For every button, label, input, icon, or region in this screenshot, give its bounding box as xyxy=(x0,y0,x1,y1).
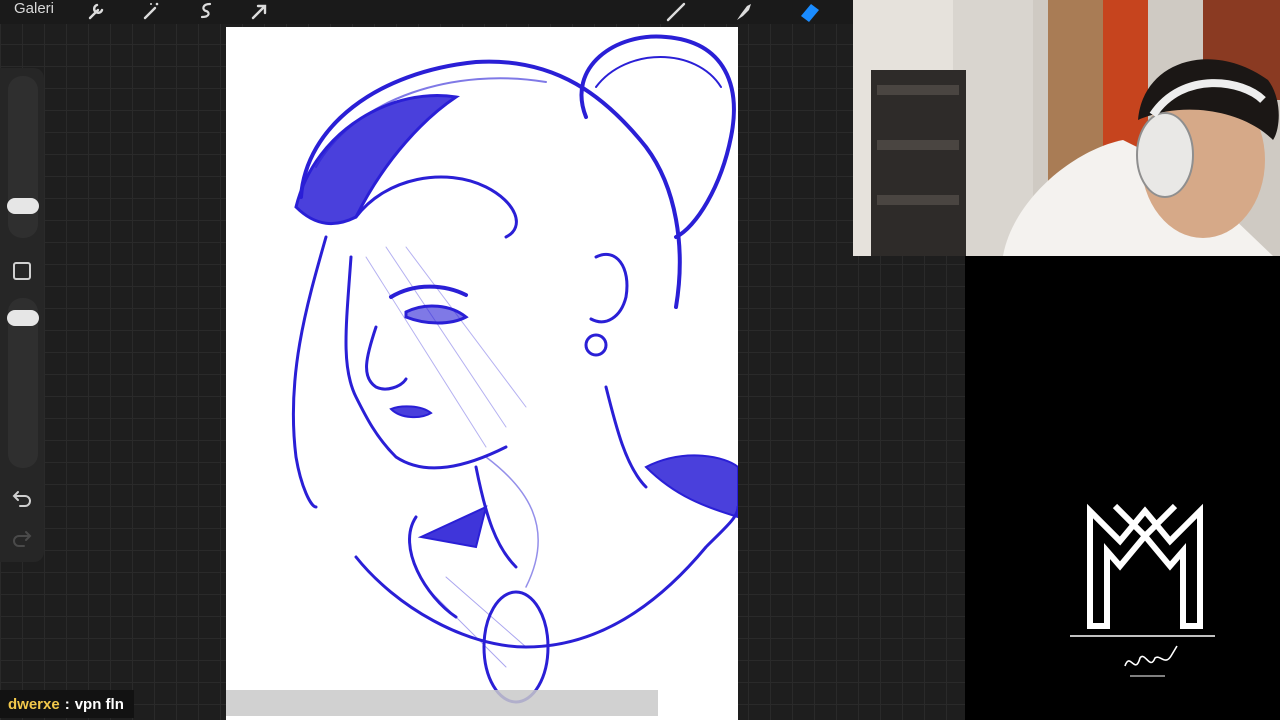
left-sidebar xyxy=(0,68,44,562)
drawing-canvas[interactable] xyxy=(226,27,738,720)
undo-icon[interactable] xyxy=(10,488,34,508)
sketch-artwork xyxy=(291,34,738,704)
modify-button[interactable] xyxy=(13,262,31,280)
chat-separator: : xyxy=(64,695,70,713)
streamer-logo-panel xyxy=(965,256,1280,720)
transform-arrow-icon[interactable] xyxy=(248,0,272,22)
wrench-icon[interactable] xyxy=(84,0,108,22)
smudge-icon[interactable] xyxy=(731,0,755,22)
canvas-scrollbar[interactable] xyxy=(226,690,658,716)
chat-message: dwerxe : vpn fln xyxy=(0,690,134,718)
eraser-icon[interactable] xyxy=(797,0,821,22)
chat-text: vpn fln xyxy=(74,695,124,713)
magic-wand-icon[interactable] xyxy=(139,0,163,22)
opacity-thumb[interactable] xyxy=(7,310,39,326)
redo-icon[interactable] xyxy=(10,528,34,548)
brush-icon[interactable] xyxy=(664,0,688,22)
monogram-logo xyxy=(1070,503,1215,677)
chat-username: dwerxe xyxy=(8,695,60,713)
webcam-overlay xyxy=(853,0,1280,256)
brush-size-thumb[interactable] xyxy=(7,198,39,214)
gallery-button[interactable]: Galeri xyxy=(14,0,54,20)
selection-icon[interactable] xyxy=(194,0,218,22)
top-toolbar: Galeri xyxy=(0,0,853,24)
